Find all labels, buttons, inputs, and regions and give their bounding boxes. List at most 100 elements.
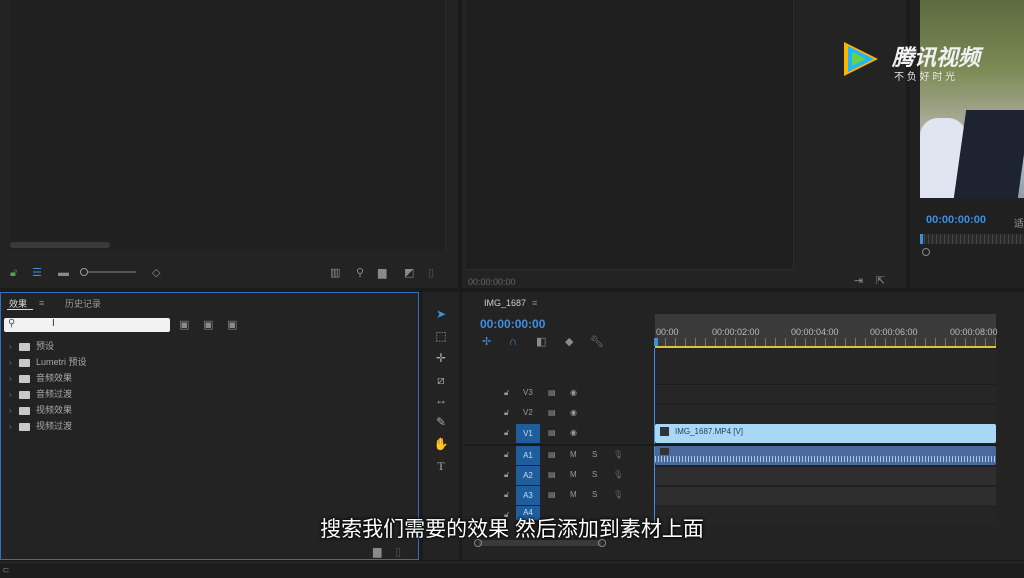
track-lock-icon[interactable]: 🔓︎	[504, 388, 509, 398]
tencent-video-logo-icon	[844, 42, 878, 76]
track-row-v2[interactable]	[655, 404, 996, 423]
icon-view-icon[interactable]: ▬	[58, 267, 69, 279]
sequence-menu-icon[interactable]: ≡	[532, 297, 537, 309]
preview-video-frame[interactable]	[920, 0, 1024, 198]
expand-icon[interactable]: ›	[9, 342, 19, 351]
solo-button[interactable]: S	[592, 450, 597, 459]
expand-icon[interactable]: ›	[9, 358, 19, 367]
ruler-label: 00:00:04:00	[791, 327, 839, 337]
tree-item-video-effects[interactable]: › 视频效果	[9, 403, 72, 417]
expand-icon[interactable]: ›	[9, 422, 19, 431]
expand-icon[interactable]: ›	[9, 374, 19, 383]
list-view-icon[interactable]: ☰	[32, 267, 42, 279]
status-icon[interactable]: ⊂	[2, 565, 10, 576]
preview-scroll-handle[interactable]	[922, 248, 930, 256]
type-tool-icon[interactable]: T	[432, 458, 450, 474]
trash-icon[interactable]: ▯	[428, 267, 434, 279]
32bit-effects-icon[interactable]: ▣	[203, 319, 213, 331]
preview-playhead[interactable]	[920, 234, 923, 244]
timeline-timecode[interactable]: 00:00:00:00	[480, 317, 545, 331]
linked-selection-icon[interactable]: ◧	[536, 336, 546, 348]
playhead-marker[interactable]	[654, 338, 658, 346]
ripple-edit-tool-icon[interactable]: ✛	[432, 350, 450, 366]
solo-button[interactable]: S	[592, 490, 597, 499]
ruler-ticks	[655, 338, 996, 346]
track-row-a3[interactable]	[655, 486, 996, 505]
tree-item-audio-effects[interactable]: › 音频效果	[9, 371, 72, 385]
track-target-a2[interactable]: A2	[516, 466, 540, 485]
sync-lock-icon[interactable]: ▤	[548, 388, 556, 397]
new-item-icon[interactable]: ◩	[404, 267, 414, 279]
tree-item-label: 视频过渡	[36, 421, 73, 431]
lock-icon[interactable]: 🔓︎	[10, 267, 17, 279]
slip-tool-icon[interactable]: ↔	[432, 392, 450, 408]
delete-effect-icon[interactable]: ▯	[395, 546, 401, 558]
tree-item-lumetri[interactable]: › Lumetri 预设	[9, 355, 87, 369]
track-lock-icon[interactable]: 🔓︎	[504, 428, 509, 438]
voiceover-mic-icon[interactable]: 🎙︎	[613, 470, 623, 479]
audio-clip[interactable]	[655, 446, 996, 465]
zoom-slider[interactable]	[82, 271, 136, 273]
eye-icon[interactable]: ◉	[570, 408, 577, 417]
program-monitor-video[interactable]	[466, 0, 794, 270]
preview-scrub-bar[interactable]	[920, 234, 1024, 244]
source-scrollbar[interactable]	[10, 242, 110, 248]
automate-icon[interactable]: ▥	[330, 267, 340, 279]
voiceover-mic-icon[interactable]: 🎙︎	[613, 450, 623, 459]
export-frame-icon[interactable]: ⇱	[876, 275, 885, 287]
video-clip[interactable]: IMG_1687.MP4 [V]	[655, 424, 996, 443]
pen-tool-icon[interactable]: ✎	[432, 414, 450, 430]
expand-icon[interactable]: ›	[9, 390, 19, 399]
track-row-a2[interactable]	[655, 466, 996, 485]
track-lock-icon[interactable]: 🔓︎	[504, 470, 509, 480]
yuv-effects-icon[interactable]: ▣	[227, 319, 237, 331]
sequence-tab[interactable]: IMG_1687	[484, 298, 526, 308]
track-lock-icon[interactable]: 🔓︎	[504, 450, 509, 460]
insert-icon[interactable]: ⇥	[854, 275, 863, 287]
eye-icon[interactable]: ◉	[570, 428, 577, 437]
tree-item-video-transitions[interactable]: › 视频过渡	[9, 419, 72, 433]
mute-button[interactable]: M	[570, 470, 577, 479]
track-target-a1[interactable]: A1	[516, 446, 540, 465]
nest-icon[interactable]: ✢	[482, 336, 491, 348]
track-lock-icon[interactable]: 🔓︎	[504, 490, 509, 500]
mute-button[interactable]: M	[570, 450, 577, 459]
eye-icon[interactable]: ◉	[570, 388, 577, 397]
find-icon[interactable]: ⚲	[356, 267, 364, 279]
expand-icon[interactable]: ›	[9, 406, 19, 415]
track-target-v1[interactable]: V1	[516, 424, 540, 443]
program-timecode: 00:00:00:00	[468, 277, 516, 287]
work-area-bar[interactable]	[655, 346, 996, 348]
new-custom-bin-icon[interactable]: ▆	[373, 546, 381, 558]
sync-lock-icon[interactable]: ▤	[548, 490, 556, 499]
mute-button[interactable]: M	[570, 490, 577, 499]
wrench-icon[interactable]: 🔧︎	[590, 336, 604, 348]
hand-tool-icon[interactable]: ✋	[432, 436, 450, 452]
razor-tool-icon[interactable]: ⧄	[432, 372, 450, 388]
solo-button[interactable]: S	[592, 470, 597, 479]
track-select-tool-icon[interactable]: ⬚	[432, 328, 450, 344]
sort-icon[interactable]: ◇	[152, 267, 160, 279]
source-monitor-video[interactable]	[10, 0, 446, 250]
tab-history[interactable]: 历史记录	[65, 297, 101, 310]
track-lock-icon[interactable]: 🔓︎	[504, 408, 509, 418]
sync-lock-icon[interactable]: ▤	[548, 408, 556, 417]
add-marker-icon[interactable]: ◆	[565, 336, 573, 348]
track-row-v3[interactable]	[655, 384, 996, 403]
sync-lock-icon[interactable]: ▤	[548, 450, 556, 459]
accelerated-effects-icon[interactable]: ▣	[179, 319, 189, 331]
effects-search-input[interactable]: ⚲ I	[4, 318, 170, 332]
fit-label[interactable]: 适	[1014, 215, 1024, 230]
snap-icon[interactable]: ∩	[509, 336, 517, 348]
tree-item-audio-transitions[interactable]: › 音频过渡	[9, 387, 72, 401]
sync-lock-icon[interactable]: ▤	[548, 428, 556, 437]
voiceover-mic-icon[interactable]: 🎙︎	[613, 490, 623, 499]
panel-menu-icon[interactable]: ≡	[39, 297, 44, 309]
new-bin-icon[interactable]: ▆	[378, 267, 386, 279]
selection-tool-icon[interactable]: ➤	[432, 306, 450, 322]
tree-item-presets[interactable]: › 预设	[9, 339, 54, 353]
track-target-a3[interactable]: A3	[516, 486, 540, 505]
sync-lock-icon[interactable]: ▤	[548, 470, 556, 479]
zoom-slider-handle[interactable]	[80, 268, 88, 276]
laptop-shape	[953, 110, 1024, 198]
